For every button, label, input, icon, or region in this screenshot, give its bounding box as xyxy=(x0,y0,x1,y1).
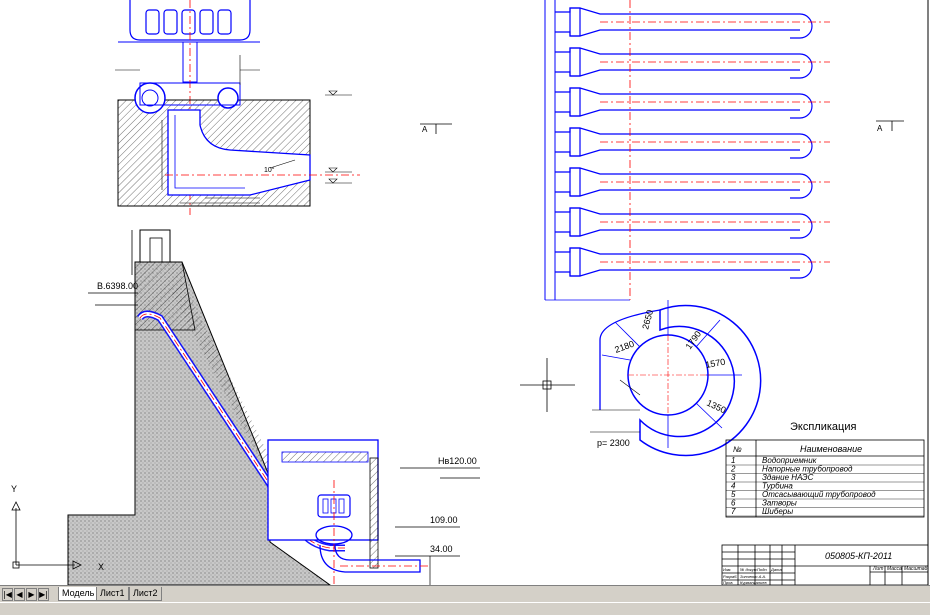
spiral-radius-label: р= 2300 xyxy=(597,438,630,448)
elevation-34: 34.00 xyxy=(430,544,453,554)
explication-col-name: Наименование xyxy=(800,444,862,454)
angle-dimension: 10° xyxy=(264,166,275,174)
penstock-pipe xyxy=(555,127,813,159)
penstock-pipe xyxy=(555,247,813,279)
title-block-mass: Масса xyxy=(887,566,902,572)
layout-tab-bar: |◀ ◀ ▶ ▶| Модель Лист1 Лист2 xyxy=(0,585,930,602)
spiral-dim-2180: 2180 xyxy=(613,339,635,355)
penstock-gate xyxy=(569,127,581,157)
title-block-sheet: Лит xyxy=(872,566,883,572)
penstock-pipe xyxy=(555,87,813,119)
explication-col-num: № xyxy=(733,445,742,454)
ucs-y-label: Y xyxy=(11,484,17,494)
elevation-109: 109.00 xyxy=(430,515,458,525)
penstock-gate xyxy=(569,87,581,117)
explication-row-name: Шиберы xyxy=(762,507,793,516)
penstock-pipe xyxy=(555,167,813,199)
tab-sheet2[interactable]: Лист2 xyxy=(129,587,162,601)
title-block-col-2: Дата xyxy=(770,567,782,572)
elevation-tailwater: Нв120.00 xyxy=(438,456,477,466)
turbine-section-view xyxy=(115,0,360,215)
section-mark-right-label: A xyxy=(877,124,883,133)
tab-nav-first-button[interactable]: |◀ xyxy=(2,588,13,601)
tab-model[interactable]: Модель xyxy=(58,587,99,601)
elevation-crest: В.6398.00 xyxy=(97,281,138,291)
title-block-col-1: Подп. xyxy=(757,567,768,572)
tab-sheet1[interactable]: Лист1 xyxy=(96,587,129,601)
tab-nav-last-button[interactable]: ▶| xyxy=(38,588,49,601)
penstock-pipe xyxy=(555,7,813,39)
status-bar xyxy=(0,602,930,615)
spiral-case-view xyxy=(590,300,762,457)
title-block-name-0: Зинченко А.А. xyxy=(740,574,766,579)
title-block-scale: Масштаб xyxy=(904,566,928,572)
penstock-gate xyxy=(569,207,581,237)
drawing-canvas[interactable]: 10° A A 2650 1790 2180 1570 1350 р= 2300… xyxy=(0,0,930,585)
section-mark-left-label: A xyxy=(422,125,428,134)
spiral-dim-1350: 1350 xyxy=(705,398,727,416)
title-block-col-0: № докум. xyxy=(740,567,758,572)
penstock-pipe xyxy=(555,47,813,79)
penstock-plan-view xyxy=(544,0,830,301)
penstock-gate xyxy=(569,167,581,197)
penstock-gate xyxy=(569,7,581,37)
spiral-dim-1790: 1790 xyxy=(683,329,703,351)
explication-title: Экспликация xyxy=(790,421,856,433)
title-block-row-0: Изм. xyxy=(723,567,732,572)
spiral-dim-1570: 1570 xyxy=(705,357,726,370)
explication-row-num: 7 xyxy=(731,507,736,516)
penstock-gate xyxy=(569,47,581,77)
spiral-dim-2650: 2650 xyxy=(640,309,655,331)
penstock-pipe xyxy=(555,207,813,239)
penstock-gate xyxy=(569,247,581,277)
tab-nav-prev-button[interactable]: ◀ xyxy=(14,588,25,601)
crosshair-cursor-icon xyxy=(520,358,575,412)
title-block-row-1: Разраб. xyxy=(723,574,737,579)
ucs-x-label: X xyxy=(98,562,104,572)
tab-nav-next-button[interactable]: ▶ xyxy=(26,588,37,601)
title-block-code: 050805-КП-2011 xyxy=(825,551,892,561)
